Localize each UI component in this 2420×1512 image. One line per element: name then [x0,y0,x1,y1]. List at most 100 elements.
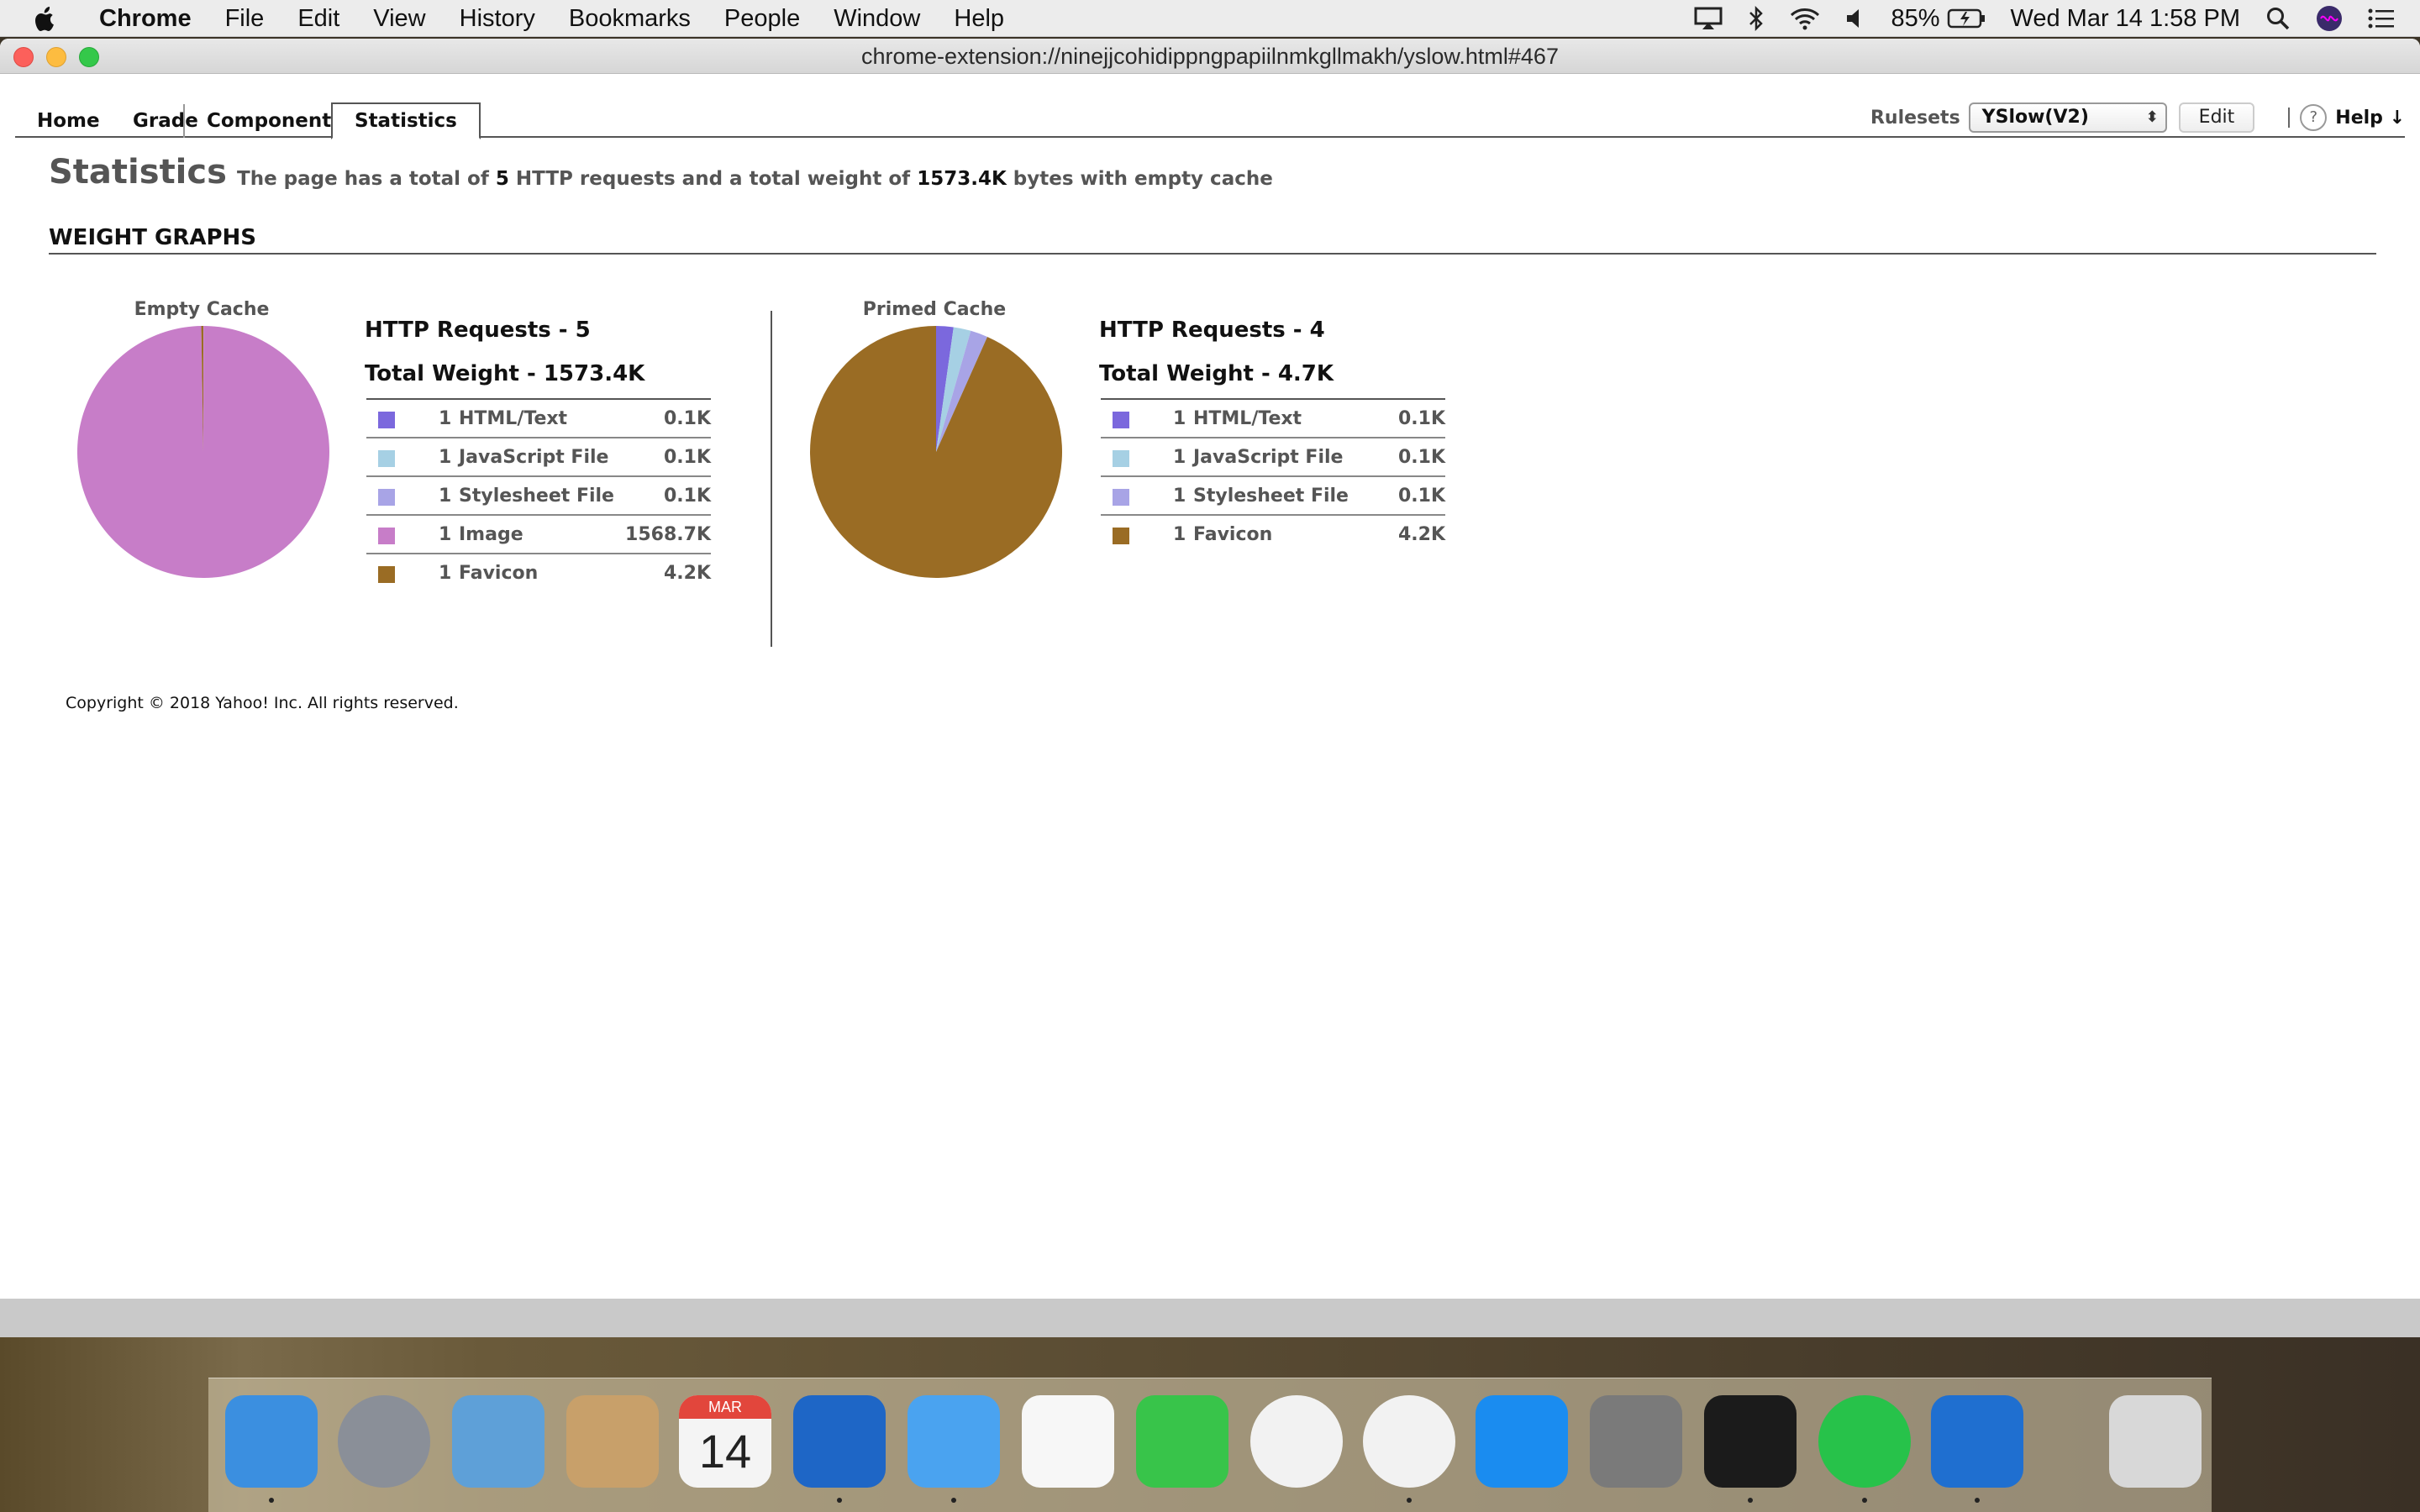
airplay-icon[interactable] [1694,7,1723,30]
primed-cache-legend-row: 1 HTML/Text 0.1K [1101,400,1445,438]
menu-edit[interactable]: Edit [297,5,339,33]
running-indicator [1748,1498,1753,1503]
messages-icon[interactable] [908,1395,1000,1488]
menu-bar: Chrome File Edit View History Bookmarks … [0,0,2420,37]
divider [2288,108,2291,128]
empty-cache-legend: 1 HTML/Text 0.1K 1 JavaScript File 0.1K 1 Style… [366,398,711,593]
facetime-icon[interactable] [1136,1395,1228,1488]
running-indicator [1407,1498,1412,1503]
primed-cache-legend-type: Stylesheet File [1193,486,1349,507]
tab-statistics[interactable]: Statistics [331,102,481,139]
outlook-icon[interactable] [793,1395,886,1488]
help-icon[interactable]: ? [2300,104,2328,131]
empty-cache-legend-size: 4.2K [663,563,711,584]
notification-center-icon[interactable] [2368,8,2395,29]
empty-cache-legend-row: 1 Favicon 4.2K [366,554,711,593]
primed-cache-legend-size: 0.1K [1397,408,1445,429]
select-arrows-icon: ⬍ [2145,108,2159,126]
menu-history[interactable]: History [460,5,535,33]
summary-requests: 5 [495,168,509,190]
itunes-icon[interactable] [1250,1395,1343,1488]
apple-icon[interactable] [32,5,57,32]
dock: MAR 14 [208,1378,2212,1512]
finder-icon[interactable] [225,1395,318,1488]
empty-cache-legend-count: 1 [439,447,452,468]
empty-cache-legend-size: 1568.7K [625,524,711,545]
graphs-divider [771,311,772,647]
contacts-icon[interactable] [566,1395,659,1488]
whatsapp-icon[interactable] [1818,1395,1911,1488]
statistics-summary: The page has a total of 5 HTTP requests … [237,168,1273,190]
primed-cache-legend-type: JavaScript File [1193,447,1344,468]
primed-cache-weight: Total Weight - 4.7K [1099,361,1334,386]
edit-ruleset-button[interactable]: Edit [2178,102,2255,133]
empty-cache-weight: Total Weight - 1573.4K [365,361,645,386]
primed-cache-pie-slice-3 [810,326,1062,578]
primed-cache-legend-row: 1 Favicon 4.2K [1101,516,1445,554]
primed-cache-label: Primed Cache [862,299,1007,320]
primed-cache-legend-swatch [1113,528,1129,544]
menu-app-name[interactable]: Chrome [99,5,192,33]
system-preferences-icon[interactable] [1590,1395,1682,1488]
volume-icon[interactable] [1845,7,1865,30]
launchpad-icon[interactable] [338,1395,430,1488]
primed-cache-legend: 1 HTML/Text 0.1K 1 JavaScript File 0.1K 1 Style… [1101,398,1445,554]
empty-cache-legend-type: JavaScript File [459,447,609,468]
app-store-icon[interactable] [1476,1395,1568,1488]
title-bar: chrome-extension://ninejjcohidippngpapii… [0,39,2420,74]
running-indicator [1862,1498,1867,1503]
terminal-icon[interactable] [1704,1395,1797,1488]
summary-prefix: The page has a total of [237,168,489,190]
calendar-icon[interactable]: MAR 14 [679,1395,771,1488]
summary-mid: HTTP requests and a total weight of [515,168,911,190]
bluetooth-icon[interactable] [1748,6,1765,31]
menu-help[interactable]: Help [954,5,1004,33]
help-link[interactable]: Help ↓ [2335,108,2405,129]
empty-cache-legend-size: 0.1K [663,486,711,507]
empty-cache-legend-row: 1 Stylesheet File 0.1K [366,477,711,516]
webstorm-icon[interactable] [1931,1395,2023,1488]
primed-cache-legend-swatch [1113,489,1129,506]
menu-window[interactable]: Window [834,5,920,33]
spotlight-icon[interactable] [2265,6,2291,31]
page-title: Statistics [49,153,227,192]
primed-cache-legend-row: 1 Stylesheet File 0.1K [1101,477,1445,516]
empty-cache-legend-size: 0.1K [663,408,711,429]
empty-cache-legend-type: HTML/Text [459,408,568,429]
primed-cache-legend-swatch [1113,412,1129,428]
menu-bookmarks[interactable]: Bookmarks [569,5,691,33]
battery-percent: 85% [1891,4,1940,32]
empty-cache-legend-swatch [378,489,395,506]
wifi-icon[interactable] [1790,7,1820,30]
empty-cache-legend-swatch [378,566,395,583]
empty-cache-legend-count: 1 [439,524,452,545]
empty-cache-legend-count: 1 [439,408,452,429]
mail-icon[interactable] [452,1395,544,1488]
primed-cache-legend-size: 0.1K [1397,447,1445,468]
battery-icon[interactable] [1947,8,1986,29]
running-indicator [837,1498,842,1503]
photos-icon[interactable] [1022,1395,1114,1488]
menu-people[interactable]: People [724,5,800,33]
running-indicator [1975,1498,1980,1503]
trash-icon[interactable] [2109,1395,2202,1488]
empty-cache-legend-row: 1 Image 1568.7K [366,516,711,554]
primed-cache-legend-type: HTML/Text [1193,408,1302,429]
menu-file[interactable]: File [225,5,265,33]
copyright: Copyright © 2018 Yahoo! Inc. All rights … [66,694,459,712]
empty-cache-legend-count: 1 [439,563,452,584]
empty-cache-legend-swatch [378,412,395,428]
rulesets-control: Rulesets YSlow(V2) ⬍ Edit ? Help ↓ [1870,99,2405,136]
primed-cache-requests: HTTP Requests - 4 [1099,318,1325,343]
menu-view[interactable]: View [373,5,425,33]
rulesets-selected-value: YSlow(V2) [1981,107,2089,128]
rulesets-select[interactable]: YSlow(V2) ⬍ [1968,102,2167,133]
tab-home[interactable]: Home [15,104,122,138]
calendar-month: MAR [679,1395,771,1419]
clock[interactable]: Wed Mar 14 1:58 PM [2011,5,2240,33]
primed-cache-legend-type: Favicon [1193,524,1273,545]
yslow-tab-strip: Home Grade Components Statistics Ruleset… [15,99,2405,139]
empty-cache-legend-row: 1 HTML/Text 0.1K [366,400,711,438]
siri-icon[interactable] [2316,5,2343,32]
chrome-icon[interactable] [1363,1395,1455,1488]
